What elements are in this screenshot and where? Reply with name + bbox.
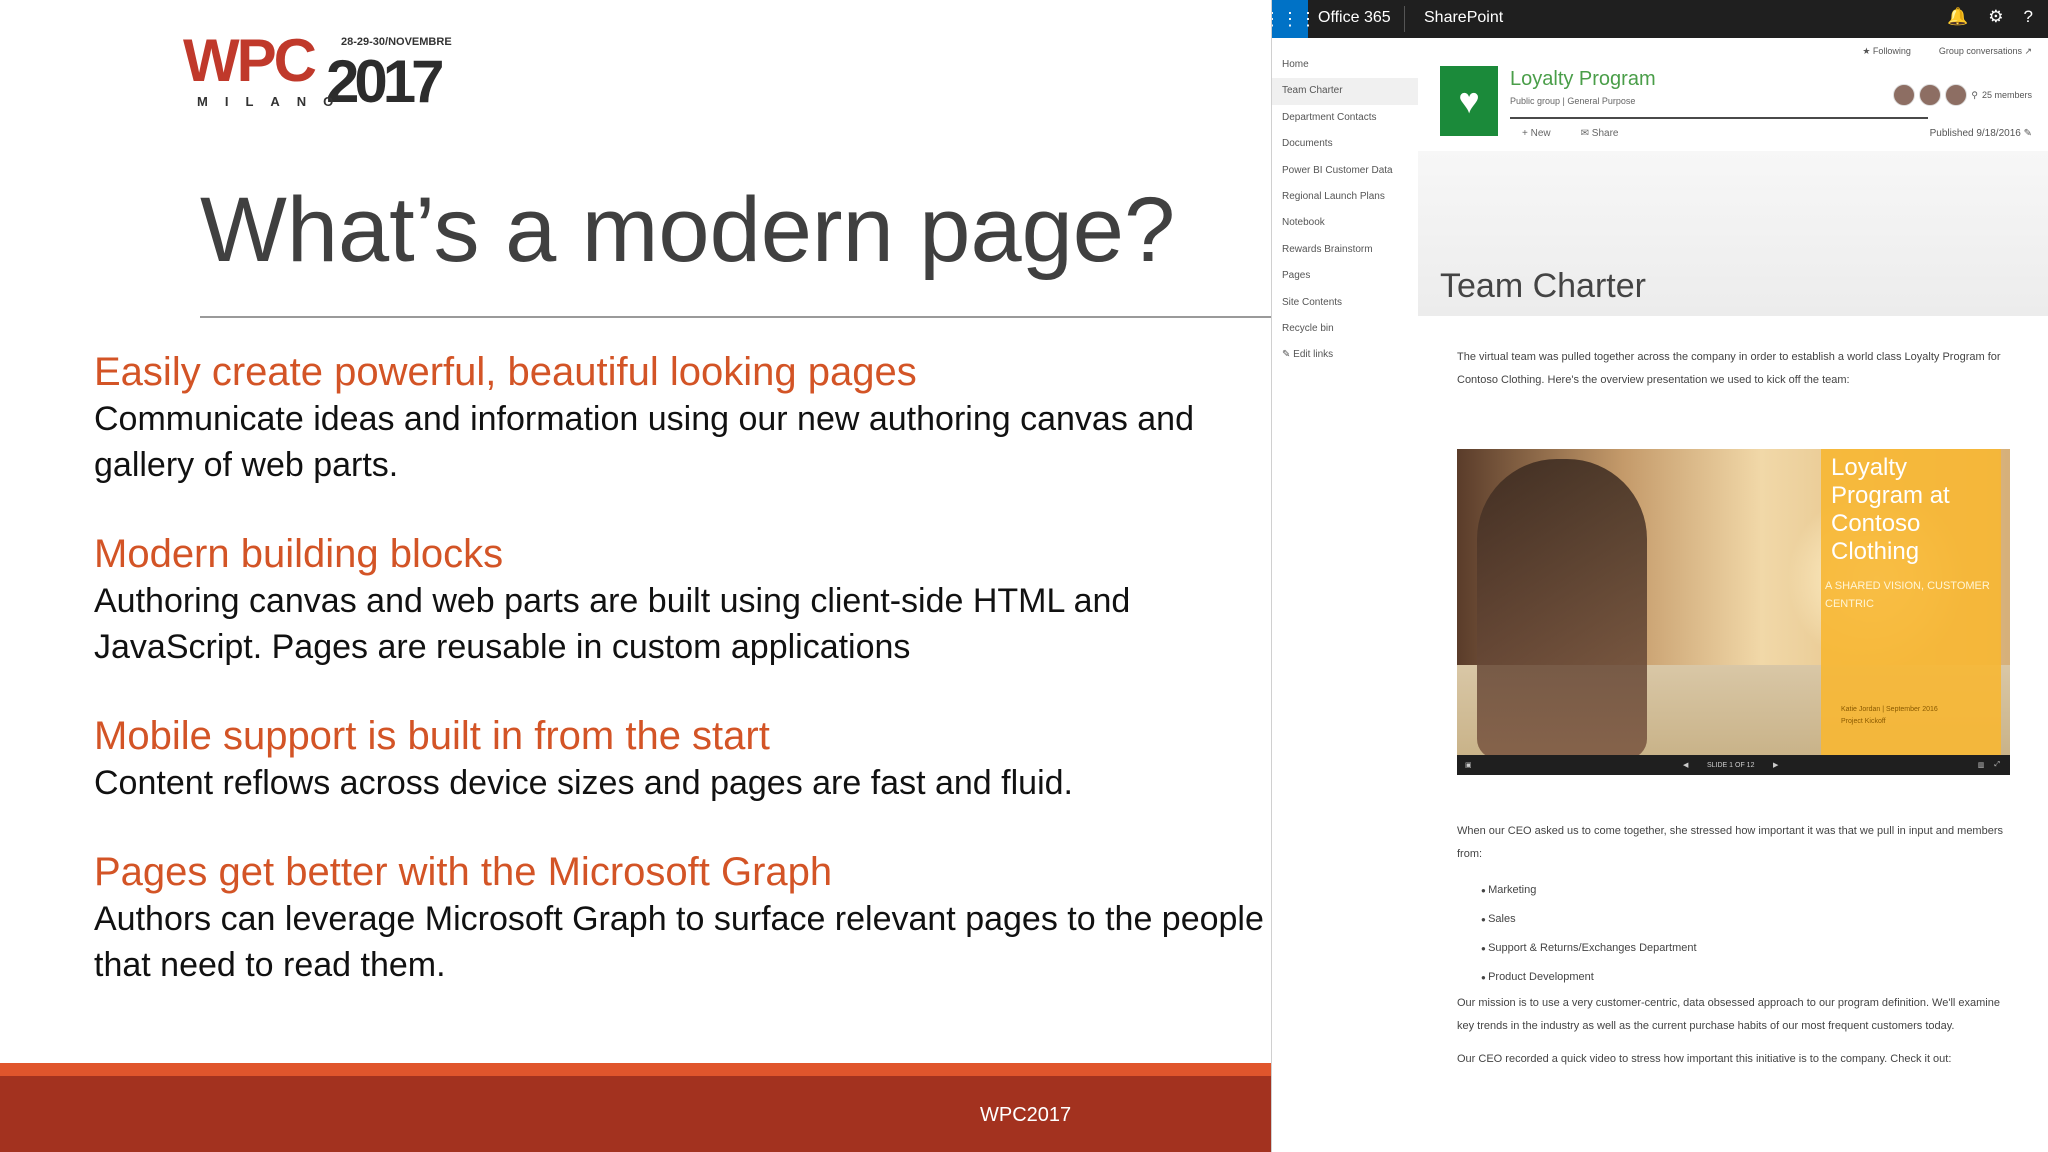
site-header: ★ Following Group conversations ↗ ♥ Loya… — [1418, 38, 2048, 151]
published-date: Published 9/18/2016 — [1929, 128, 2021, 139]
video-card-date: Katie Jordan | September 2016 — [1841, 706, 1938, 713]
point-heading: Easily create powerful, beautiful lookin… — [94, 350, 917, 394]
list-item: Sales — [1481, 905, 2017, 934]
slide-title: What’s a modern page? — [200, 179, 1176, 281]
slide-footer-bar — [0, 1063, 1271, 1152]
suite-divider — [1404, 6, 1405, 32]
layout-icon[interactable]: ▥ — [1978, 761, 1985, 769]
nav-item-recycle-bin[interactable]: Recycle bin — [1272, 316, 1418, 342]
person-icon: ⚲ — [1971, 89, 1978, 100]
members-count: 25 members — [1981, 90, 2032, 100]
list-item: Marketing — [1481, 876, 2017, 905]
members-list: Marketing Sales Support & Returns/Exchan… — [1457, 876, 2017, 992]
list-item: Product Development — [1481, 963, 2017, 992]
sharepoint-link[interactable]: SharePoint — [1424, 9, 1503, 27]
video-card-title: Loyalty Program at Contoso Clothing — [1831, 454, 1950, 565]
share-button[interactable]: ✉ Share — [1581, 128, 1619, 139]
nav-item-team-charter[interactable]: Team Charter — [1272, 78, 1418, 105]
site-name[interactable]: Loyalty Program — [1510, 68, 1656, 91]
slide-points: Easily create powerful, beautiful lookin… — [94, 348, 1264, 1030]
point-item: Pages get better with the Microsoft Grap… — [94, 848, 1264, 988]
point-text: Authoring canvas and web parts are built… — [94, 582, 1131, 666]
page-banner: Team Charter — [1418, 151, 2048, 316]
nav-item-site-contents[interactable]: Site Contents — [1272, 290, 1418, 316]
nav-item-power-bi[interactable]: Power BI Customer Data — [1272, 158, 1418, 184]
point-item: Easily create powerful, beautiful lookin… — [94, 348, 1264, 488]
app-launcher-icon[interactable]: ⋮⋮⋮ — [1272, 0, 1317, 38]
page-title: Team Charter — [1440, 267, 1646, 305]
published-status: Published 9/18/2016 ✎ — [1930, 128, 2032, 139]
avatar — [1893, 84, 1916, 106]
new-button[interactable]: + New — [1522, 128, 1551, 139]
slideshow-icon[interactable]: ▣ — [1465, 761, 1472, 769]
command-bar: + New ✉ Share — [1522, 128, 1618, 139]
video-image-person — [1477, 459, 1647, 759]
nav-item-documents[interactable]: Documents — [1272, 131, 1418, 157]
point-heading: Mobile support is built in from the star… — [94, 714, 770, 758]
nav-item-notebook[interactable]: Notebook — [1272, 210, 1418, 236]
body-paragraph: Our CEO recorded a quick video to stress… — [1457, 1053, 1952, 1065]
sharepoint-window: ⋮⋮⋮ Office 365 SharePoint 🔔 ⚙ ? Home Tea… — [1271, 0, 2048, 1152]
left-navigation: Home Team Charter Department Contacts Do… — [1272, 52, 1418, 369]
logo-brand: WPC — [183, 27, 317, 94]
video-player[interactable]: Loyalty Program at Contoso Clothing A SH… — [1457, 449, 2010, 775]
prev-slide-icon[interactable]: ◀ — [1683, 761, 1688, 769]
list-item: Support & Returns/Exchanges Department — [1481, 934, 2017, 963]
site-logo-icon[interactable]: ♥ — [1440, 66, 1498, 136]
nav-item-department-contacts[interactable]: Department Contacts — [1272, 105, 1418, 131]
video-card-subtitle: A SHARED VISION, CUSTOMER CENTRIC — [1825, 580, 1990, 610]
point-item: Modern building blocks Authoring canvas … — [94, 530, 1264, 670]
video-card-meta: Katie Jordan | September 2016 Project Ki… — [1841, 704, 1938, 728]
point-heading: Pages get better with the Microsoft Grap… — [94, 850, 833, 894]
mail-icon: ✉ — [1580, 128, 1592, 139]
nav-item-home[interactable]: Home — [1272, 52, 1418, 78]
gear-icon[interactable]: ⚙ — [1988, 7, 2003, 27]
edit-icon[interactable]: ✎ — [2024, 128, 2032, 139]
body-paragraph: When our CEO asked us to come together, … — [1457, 825, 2003, 860]
nav-item-edit-links[interactable]: ✎ Edit links — [1272, 342, 1418, 368]
title-divider — [200, 316, 1272, 318]
pencil-icon: ✎ — [1282, 349, 1294, 361]
nav-item-regional-launch-plans[interactable]: Regional Launch Plans — [1272, 184, 1418, 210]
office365-link[interactable]: Office 365 — [1318, 9, 1391, 27]
suite-bar: ⋮⋮⋮ Office 365 SharePoint 🔔 ⚙ ? — [1272, 0, 2048, 38]
point-text: Communicate ideas and information using … — [94, 400, 1194, 484]
point-heading: Modern building blocks — [94, 532, 504, 576]
avatar — [1919, 84, 1942, 106]
site-subtitle: Public group | General Purpose — [1510, 96, 1636, 106]
next-slide-icon[interactable]: ▶ — [1773, 761, 1778, 769]
point-item: Mobile support is built in from the star… — [94, 712, 1264, 806]
page-body: When our CEO asked us to come together, … — [1457, 820, 2017, 1081]
following-button[interactable]: ★ Following — [1862, 46, 1911, 57]
nav-item-rewards-brainstorm[interactable]: Rewards Brainstorm — [1272, 237, 1418, 263]
body-paragraph: Our mission is to use a very customer-ce… — [1457, 997, 2000, 1032]
bell-icon[interactable]: 🔔 — [1947, 7, 1968, 27]
header-divider — [1510, 117, 1928, 119]
intro-text: The virtual team was pulled together acr… — [1457, 351, 2001, 386]
slide-footer-text: WPC2017 — [980, 1104, 1072, 1126]
avatar — [1945, 84, 1968, 106]
wpc-logo: WPC 28-29-30/NOVEMBRE 2017 MILANO — [183, 30, 463, 115]
edit-links-label: Edit links — [1293, 349, 1334, 361]
slide-counter: SLIDE 1 OF 12 — [1707, 761, 1755, 769]
group-conversations-link[interactable]: Group conversations ↗ — [1939, 46, 2032, 57]
video-card-project: Project Kickoff — [1841, 718, 1886, 725]
nav-item-pages[interactable]: Pages — [1272, 263, 1418, 289]
share-label: Share — [1591, 128, 1619, 139]
point-text: Authors can leverage Microsoft Graph to … — [94, 900, 1264, 984]
logo-city: MILANO — [197, 94, 351, 109]
video-right-controls: ▥ ⤢ — [1978, 761, 2000, 769]
video-controls: ▣ ◀ SLIDE 1 OF 12 ▶ ▥ ⤢ — [1457, 755, 2010, 775]
point-text: Content reflows across device sizes and … — [94, 764, 1073, 802]
header-actions: ★ Following Group conversations ↗ — [1862, 46, 2032, 57]
members-area[interactable]: ⚲ 25 members — [1893, 84, 2032, 106]
logo-dates: 28-29-30/NOVEMBRE — [341, 36, 452, 48]
fullscreen-icon[interactable]: ⤢ — [1994, 761, 2000, 769]
suite-icons: 🔔 ⚙ ? — [1947, 7, 2033, 27]
help-icon[interactable]: ? — [2024, 7, 2033, 27]
